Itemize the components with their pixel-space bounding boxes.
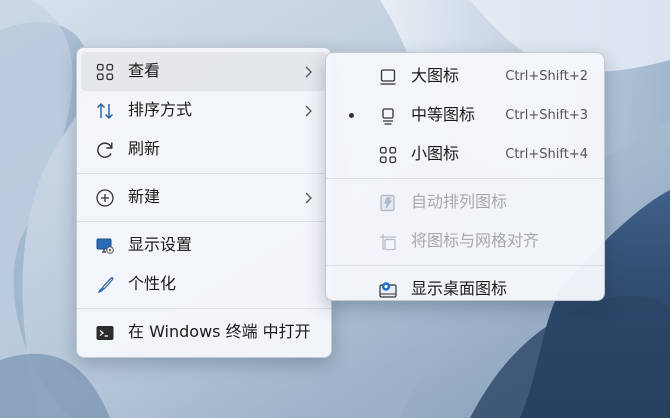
menu-item-view[interactable]: 查看: [81, 52, 327, 91]
shortcut-text: Ctrl+Shift+4: [505, 147, 588, 162]
menu-separator: [326, 178, 604, 179]
brush-icon: [95, 275, 115, 295]
submenu-item-large-icons[interactable]: 大图标 Ctrl+Shift+2: [330, 57, 600, 96]
submenu-item-label: 中等图标: [411, 105, 476, 124]
menu-item-display-settings[interactable]: 显示设置: [81, 226, 327, 265]
chevron-right-icon: [303, 104, 313, 118]
menu-item-label: 刷新: [128, 139, 161, 158]
terminal-icon: [95, 323, 115, 343]
submenu-item-align-grid: 将图标与网格对齐: [330, 222, 600, 261]
submenu-item-label: 小图标: [411, 144, 460, 163]
menu-item-label: 个性化: [128, 274, 177, 293]
new-icon: [95, 188, 115, 208]
refresh-icon: [95, 140, 115, 160]
align-grid-icon: [378, 232, 398, 252]
menu-item-label: 在 Windows 终端 中打开: [128, 322, 311, 341]
chevron-right-icon: [303, 65, 313, 79]
menu-item-label: 新建: [128, 187, 161, 206]
submenu-item-label: 将图标与网格对齐: [411, 231, 540, 250]
menu-separator: [77, 221, 331, 222]
medium-icons-icon: [378, 106, 398, 126]
display-settings-icon: [95, 236, 115, 256]
context-menu: 查看 排序方式 刷新 新建 显示设置 个性化 在 Windows 终端 中打开: [76, 47, 332, 358]
view-submenu: 大图标 Ctrl+Shift+2 中等图标 Ctrl+Shift+3 小图标 C…: [325, 52, 605, 301]
shortcut-text: Ctrl+Shift+3: [505, 108, 588, 123]
submenu-item-small-icons[interactable]: 小图标 Ctrl+Shift+4: [330, 135, 600, 174]
submenu-item-label: 大图标: [411, 66, 460, 85]
submenu-item-show-desktop-icons[interactable]: 显示桌面图标: [330, 270, 600, 309]
show-desktop-icons-icon: [378, 280, 398, 300]
shortcut-text: Ctrl+Shift+2: [505, 69, 588, 84]
sort-icon: [95, 101, 115, 121]
menu-separator: [77, 173, 331, 174]
menu-item-refresh[interactable]: 刷新: [81, 130, 327, 169]
small-icons-icon: [378, 145, 398, 165]
menu-separator: [326, 265, 604, 266]
submenu-item-auto-arrange: 自动排列图标: [330, 183, 600, 222]
large-icons-icon: [378, 67, 398, 87]
submenu-item-label: 显示桌面图标: [411, 279, 508, 298]
menu-separator: [77, 308, 331, 309]
grid-icon: [95, 62, 115, 82]
menu-item-label: 排序方式: [128, 100, 193, 119]
menu-item-label: 查看: [128, 61, 161, 80]
submenu-item-medium-icons[interactable]: 中等图标 Ctrl+Shift+3: [330, 96, 600, 135]
menu-item-personalize[interactable]: 个性化: [81, 265, 327, 304]
menu-item-sort[interactable]: 排序方式: [81, 91, 327, 130]
selected-bullet-icon: [349, 113, 354, 118]
chevron-right-icon: [303, 191, 313, 205]
menu-item-label: 显示设置: [128, 235, 193, 254]
menu-item-new[interactable]: 新建: [81, 178, 327, 217]
auto-arrange-icon: [378, 193, 398, 213]
menu-item-open-terminal[interactable]: 在 Windows 终端 中打开: [81, 313, 327, 352]
submenu-item-label: 自动排列图标: [411, 192, 508, 211]
